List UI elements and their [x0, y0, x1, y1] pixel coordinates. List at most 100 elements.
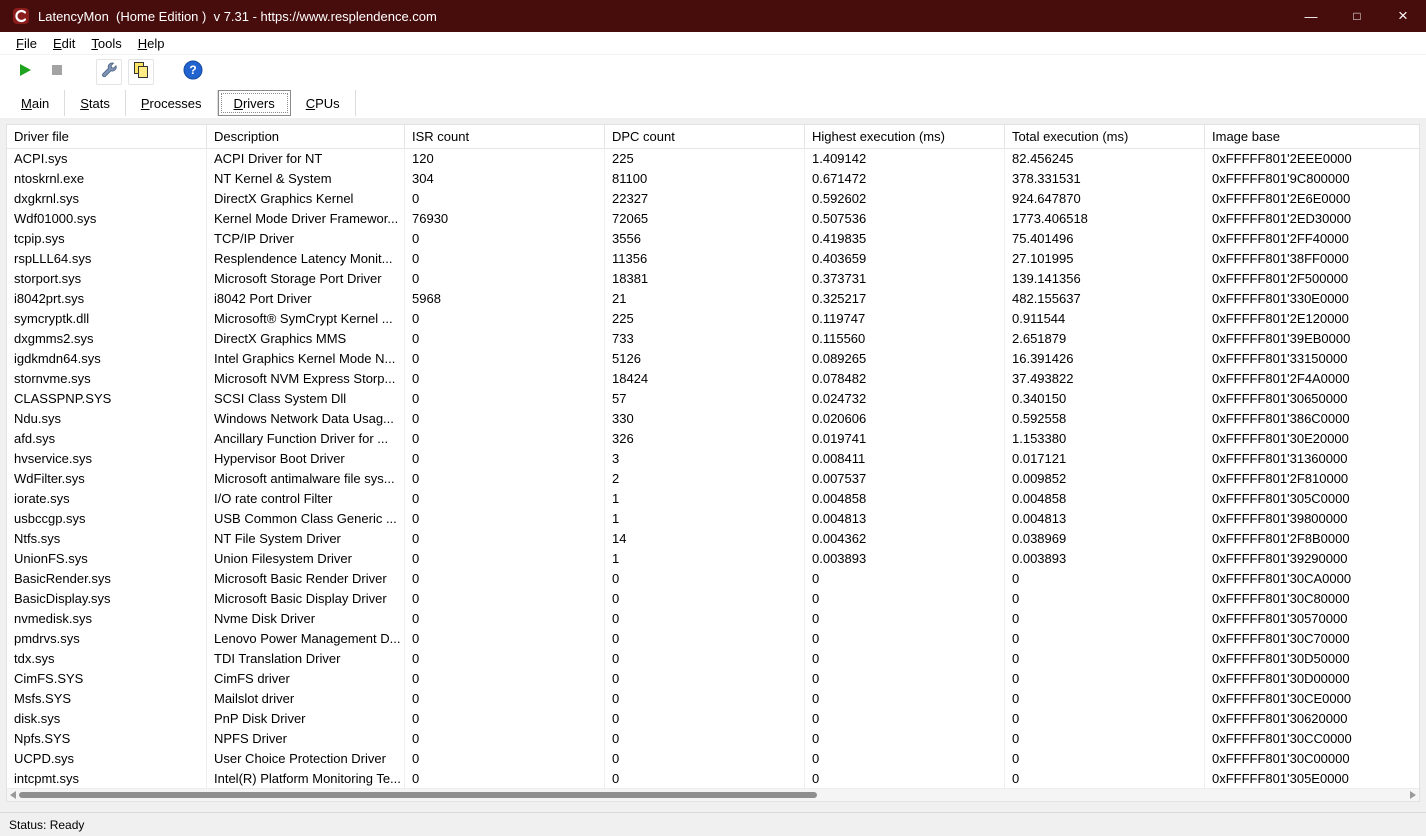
table-row[interactable]: Ntfs.sysNT File System Driver0140.004362… — [7, 529, 1419, 549]
table-cell: 0 — [805, 769, 1005, 788]
table-row[interactable]: ACPI.sysACPI Driver for NT1202251.409142… — [7, 149, 1419, 169]
table-cell: NT File System Driver — [207, 529, 405, 549]
table-cell: 0.008411 — [805, 449, 1005, 469]
table-row[interactable]: nvmedisk.sysNvme Disk Driver00000xFFFFF8… — [7, 609, 1419, 629]
table-row[interactable]: pmdrvs.sysLenovo Power Management D...00… — [7, 629, 1419, 649]
table-row[interactable]: CLASSPNP.SYSSCSI Class System Dll0570.02… — [7, 389, 1419, 409]
table-row[interactable]: tdx.sysTDI Translation Driver00000xFFFFF… — [7, 649, 1419, 669]
table-cell: 0.325217 — [805, 289, 1005, 309]
column-header-highest-execution[interactable]: Highest execution (ms) — [805, 125, 1005, 148]
table-row[interactable]: dxgmms2.sysDirectX Graphics MMS07330.115… — [7, 329, 1419, 349]
tab-processes[interactable]: Processes — [126, 90, 218, 116]
start-monitor-button[interactable] — [12, 59, 38, 85]
table-cell: 0 — [405, 589, 605, 609]
table-cell: 0.507536 — [805, 209, 1005, 229]
table-cell: 0 — [405, 649, 605, 669]
table-cell: Ndu.sys — [7, 409, 207, 429]
table-row[interactable]: afd.sysAncillary Function Driver for ...… — [7, 429, 1419, 449]
table-row[interactable]: intcpmt.sysIntel(R) Platform Monitoring … — [7, 769, 1419, 788]
table-row[interactable]: symcryptk.dllMicrosoft® SymCrypt Kernel … — [7, 309, 1419, 329]
scrollbar-track[interactable] — [19, 789, 1407, 801]
table-cell: 0.009852 — [1005, 469, 1205, 489]
table-cell: 0.911544 — [1005, 309, 1205, 329]
table-cell: Microsoft NVM Express Storp... — [207, 369, 405, 389]
tab-cpus[interactable]: CPUs — [291, 90, 356, 116]
table-cell: DirectX Graphics Kernel — [207, 189, 405, 209]
table-cell: 0.017121 — [1005, 449, 1205, 469]
stop-monitor-button[interactable] — [44, 59, 70, 85]
column-header-dpc-count[interactable]: DPC count — [605, 125, 805, 148]
table-row[interactable]: rspLLL64.sysResplendence Latency Monit..… — [7, 249, 1419, 269]
column-header-isr-count[interactable]: ISR count — [405, 125, 605, 148]
column-header-total-execution[interactable]: Total execution (ms) — [1005, 125, 1205, 148]
menu-file[interactable]: File — [8, 33, 45, 54]
horizontal-scrollbar[interactable] — [7, 788, 1419, 801]
column-header-description[interactable]: Description — [207, 125, 405, 148]
options-button[interactable] — [96, 59, 122, 85]
table-cell: stornvme.sys — [7, 369, 207, 389]
table-cell: Intel(R) Platform Monitoring Te... — [207, 769, 405, 788]
menu-help[interactable]: Help — [130, 33, 173, 54]
table-cell: NPFS Driver — [207, 729, 405, 749]
table-cell: 0 — [1005, 649, 1205, 669]
table-row[interactable]: hvservice.sysHypervisor Boot Driver030.0… — [7, 449, 1419, 469]
scrollbar-thumb[interactable] — [19, 792, 817, 798]
table-row[interactable]: stornvme.sysMicrosoft NVM Express Storp.… — [7, 369, 1419, 389]
column-header-image-base[interactable]: Image base — [1205, 125, 1419, 148]
table-row[interactable]: usbccgp.sysUSB Common Class Generic ...0… — [7, 509, 1419, 529]
table-row[interactable]: disk.sysPnP Disk Driver00000xFFFFF801'30… — [7, 709, 1419, 729]
status-bar: Status: Ready — [0, 812, 1426, 836]
minimize-button[interactable]: — — [1288, 0, 1334, 32]
tab-drivers[interactable]: Drivers — [218, 90, 291, 116]
column-header-driver-file[interactable]: Driver file — [7, 125, 207, 148]
maximize-button[interactable]: □ — [1334, 0, 1380, 32]
table-cell: 0.671472 — [805, 169, 1005, 189]
close-button[interactable]: × — [1380, 0, 1426, 32]
table-row[interactable]: iorate.sysI/O rate control Filter010.004… — [7, 489, 1419, 509]
copy-report-button[interactable] — [128, 59, 154, 85]
table-row[interactable]: WdFilter.sysMicrosoft antimalware file s… — [7, 469, 1419, 489]
table-cell: Microsoft® SymCrypt Kernel ... — [207, 309, 405, 329]
table-cell: 18381 — [605, 269, 805, 289]
table-cell: 0xFFFFF801'330E0000 — [1205, 289, 1419, 309]
table-cell: 0 — [1005, 609, 1205, 629]
table-cell: 0xFFFFF801'30570000 — [1205, 609, 1419, 629]
table-cell: 22327 — [605, 189, 805, 209]
table-cell: 0.004858 — [1005, 489, 1205, 509]
table-row[interactable]: Wdf01000.sysKernel Mode Driver Framewor.… — [7, 209, 1419, 229]
table-row[interactable]: i8042prt.sysi8042 Port Driver5968210.325… — [7, 289, 1419, 309]
table-cell: 0 — [405, 689, 605, 709]
table-cell: 37.493822 — [1005, 369, 1205, 389]
table-row[interactable]: tcpip.sysTCP/IP Driver035560.41983575.40… — [7, 229, 1419, 249]
menu-edit[interactable]: Edit — [45, 33, 83, 54]
table-row[interactable]: BasicDisplay.sysMicrosoft Basic Display … — [7, 589, 1419, 609]
table-cell: Kernel Mode Driver Framewor... — [207, 209, 405, 229]
tab-main[interactable]: Main — [6, 90, 65, 116]
table-row[interactable]: UCPD.sysUser Choice Protection Driver000… — [7, 749, 1419, 769]
stop-icon — [49, 62, 65, 81]
tab-stats[interactable]: Stats — [65, 90, 126, 116]
table-row[interactable]: ntoskrnl.exeNT Kernel & System304811000.… — [7, 169, 1419, 189]
table-cell: 0xFFFFF801'2EEE0000 — [1205, 149, 1419, 169]
table-row[interactable]: storport.sysMicrosoft Storage Port Drive… — [7, 269, 1419, 289]
table-row[interactable]: CimFS.SYSCimFS driver00000xFFFFF801'30D0… — [7, 669, 1419, 689]
table-row[interactable]: BasicRender.sysMicrosoft Basic Render Dr… — [7, 569, 1419, 589]
table-row[interactable]: Ndu.sysWindows Network Data Usag...03300… — [7, 409, 1419, 429]
table-cell: 21 — [605, 289, 805, 309]
table-cell: CimFS.SYS — [7, 669, 207, 689]
table-row[interactable]: dxgkrnl.sysDirectX Graphics Kernel022327… — [7, 189, 1419, 209]
table-cell: 0 — [1005, 749, 1205, 769]
table-row[interactable]: Npfs.SYSNPFS Driver00000xFFFFF801'30CC00… — [7, 729, 1419, 749]
table-cell: Nvme Disk Driver — [207, 609, 405, 629]
table-row[interactable]: igdkmdn64.sysIntel Graphics Kernel Mode … — [7, 349, 1419, 369]
table-cell: 0xFFFFF801'30E20000 — [1205, 429, 1419, 449]
table-cell: 0 — [405, 569, 605, 589]
table-cell: 5968 — [405, 289, 605, 309]
table-cell: 0.373731 — [805, 269, 1005, 289]
help-button[interactable]: ? — [180, 59, 206, 85]
table-row[interactable]: UnionFS.sysUnion Filesystem Driver010.00… — [7, 549, 1419, 569]
table-row[interactable]: Msfs.SYSMailslot driver00000xFFFFF801'30… — [7, 689, 1419, 709]
scroll-left-arrow[interactable] — [7, 789, 19, 801]
menu-tools[interactable]: Tools — [83, 33, 129, 54]
scroll-right-arrow[interactable] — [1407, 789, 1419, 801]
